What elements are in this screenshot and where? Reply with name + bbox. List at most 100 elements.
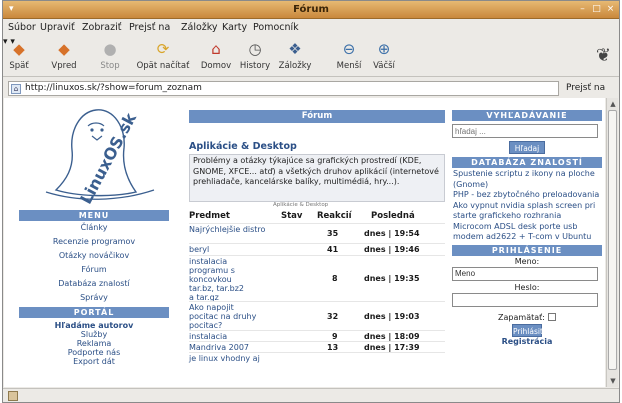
thread-replies: 8	[332, 274, 338, 283]
forward-label: Vpred	[51, 61, 77, 71]
remember-checkbox[interactable]	[547, 313, 556, 321]
password-input[interactable]	[452, 292, 598, 307]
nav-item-reviews[interactable]: Recenzie programov	[19, 235, 169, 249]
category-title[interactable]: Aplikácie & Desktop	[189, 141, 297, 152]
scroll-up-icon[interactable]: ▲	[608, 99, 618, 109]
thread-subject[interactable]: Ako napojit pocitac na druhy pocitac?	[189, 303, 261, 330]
url-text: http://linuxos.sk/?show=forum_zoznam	[25, 83, 202, 93]
right-sidebar: VYHĽADÁVANIE Hľadaj DATABÁZA ZNALOSTÍ Sp…	[452, 110, 602, 346]
scrollbar-thumb[interactable]	[608, 110, 617, 370]
zoom-out-icon: ⊖	[342, 40, 356, 58]
menu-help[interactable]: Pomocník	[253, 22, 299, 33]
nav-item-data-export[interactable]: Export dát	[19, 357, 169, 366]
knowledge-link[interactable]: PHP - bez zbytočného preloadovania	[453, 190, 601, 201]
nav-item-newbie-questions[interactable]: Otázky nováčikov	[19, 249, 169, 263]
username-input[interactable]	[452, 266, 598, 281]
login-button[interactable]: Prihlásiť	[512, 323, 543, 337]
thread-last-post: dnes | 18:09	[364, 332, 420, 341]
bookmarks-button[interactable]: ❖ Záložky	[277, 39, 313, 71]
table-row[interactable]: Mandriva 2007 13 dnes | 17:39	[189, 341, 445, 352]
reload-icon: ⟳	[156, 40, 170, 58]
nav-item-forum[interactable]: Fórum	[19, 263, 169, 277]
thread-subject[interactable]: je linux vhodny aj	[189, 354, 273, 363]
site-logo[interactable]: LinuxOS.sk	[18, 104, 168, 207]
thread-subject[interactable]: instalacia programu s koncovkou tar.bz, …	[189, 257, 247, 302]
thread-subject[interactable]: Mandriva 2007	[189, 343, 273, 352]
column-replies: Reakcií	[317, 211, 352, 221]
nav-item-advertising[interactable]: Reklama	[19, 339, 169, 348]
menu-file[interactable]: Súbor	[8, 22, 36, 33]
minimize-icon[interactable]: –	[577, 4, 588, 15]
window-title: Fórum	[293, 4, 329, 15]
nav-item-support-us[interactable]: Podporte nás	[19, 348, 169, 357]
status-security-icon	[8, 391, 18, 401]
nav-item-knowledge-base[interactable]: Databáza znalostí	[19, 277, 169, 291]
thread-replies: 13	[327, 343, 339, 352]
column-last: Posledná	[371, 211, 415, 221]
title-bar[interactable]: ▾ Fórum – □ ×	[3, 1, 619, 19]
history-button[interactable]: ◷ History	[238, 39, 272, 71]
scroll-down-icon[interactable]: ▼	[608, 376, 618, 386]
portal-header: PORTÁL	[19, 307, 169, 318]
knowledge-link[interactable]: Microcom ADSL desk porte usb modem ad262…	[453, 222, 601, 243]
menu-bar: Súbor Upraviť Zobraziť Prejsť na Záložky…	[3, 20, 619, 36]
thread-table: Predmet Stav Reakcií Posledná Najrýchlej…	[189, 210, 445, 364]
stop-icon: ●	[103, 40, 117, 58]
reload-label: Opät načítať	[136, 61, 190, 71]
nav-item-articles[interactable]: Články	[19, 221, 169, 235]
zoom-in-button[interactable]: ⊕ Väčší	[369, 39, 399, 71]
browser-throbber-icon: ❦	[595, 45, 611, 66]
thread-subject[interactable]: instalacia	[189, 332, 273, 341]
menu-view[interactable]: Zobraziť	[82, 22, 121, 33]
category-description: Problémy a otázky týkajúce sa grafických…	[189, 154, 445, 202]
vertical-scrollbar[interactable]: ▲ ▼	[606, 98, 618, 387]
close-icon[interactable]: ×	[605, 4, 616, 15]
table-row[interactable]: instalacia programu s koncovkou tar.bz, …	[189, 255, 445, 302]
forward-arrow-icon: ◆	[58, 40, 70, 58]
bookmarks-label: Záložky	[278, 61, 312, 71]
stop-label: Stop	[100, 61, 120, 71]
table-row[interactable]: Ako napojit pocitac na druhy pocitac? 32…	[189, 301, 445, 330]
nav-item-services[interactable]: Služby	[19, 330, 169, 339]
menu-go[interactable]: Prejsť na	[129, 22, 170, 33]
zoom-out-button[interactable]: ⊖ Menší	[334, 39, 364, 71]
table-row[interactable]: instalacia 9 dnes | 18:09	[189, 330, 445, 341]
thread-replies: 32	[327, 312, 339, 321]
thread-subject[interactable]: beryl	[189, 245, 273, 254]
search-input[interactable]	[452, 124, 598, 138]
nav-item-news[interactable]: Správy	[19, 291, 169, 305]
table-row[interactable]: beryl 41 dnes | 19:46	[189, 243, 445, 255]
thread-replies: 9	[332, 332, 338, 341]
maximize-icon[interactable]: □	[591, 4, 602, 15]
menu-edit[interactable]: Upraviť	[40, 22, 75, 33]
reload-button[interactable]: ⟳ Opät načítať	[135, 39, 191, 71]
login-header: PRIHLÁSENIE	[452, 244, 602, 256]
search-header: VYHĽADÁVANIE	[452, 110, 602, 121]
register-link[interactable]: Registrácia	[452, 337, 602, 346]
username-label: Meno:	[514, 256, 540, 266]
search-button[interactable]: Hľadaj	[509, 141, 545, 154]
thread-last-post: dnes | 19:54	[364, 229, 420, 238]
remember-label: Zapamätať:	[498, 312, 545, 322]
knowledge-link[interactable]: Ako vypnut nvidia splash screen pri star…	[453, 201, 601, 222]
nav-item-authors-wanted[interactable]: Hľadáme autorov	[19, 321, 169, 330]
history-icon: ◷	[248, 40, 262, 58]
page-viewport: LinuxOS.sk MENU Články Recenzie programo…	[4, 98, 605, 387]
menu-header: MENU	[19, 210, 169, 221]
knowledge-link[interactable]: Spustenie scriptu z ikony na ploche (Gno…	[453, 169, 601, 190]
thread-subject[interactable]: Najrýchlejšie distro	[189, 225, 273, 234]
thread-last-post: dnes | 19:46	[364, 245, 420, 254]
menu-tabs[interactable]: Karty	[222, 22, 247, 33]
go-button[interactable]: Prejsť na	[563, 81, 619, 96]
url-input[interactable]: ⌂ http://linuxos.sk/?show=forum_zoznam	[8, 81, 559, 96]
table-row[interactable]: Najrýchlejšie distro 35 dnes | 19:54	[189, 223, 445, 243]
forward-button[interactable]: ◆ Vpred	[47, 39, 81, 71]
zoom-in-icon: ⊕	[377, 40, 391, 58]
back-button[interactable]: ◆ Späť	[7, 39, 31, 71]
stop-button[interactable]: ● Stop	[97, 39, 123, 71]
table-row[interactable]: je linux vhodny aj	[189, 352, 445, 364]
menu-bookmarks[interactable]: Záložky	[181, 22, 218, 33]
forum-header: Fórum	[189, 110, 445, 123]
home-button[interactable]: ⌂ Domov	[199, 39, 233, 71]
history-label: History	[239, 61, 271, 71]
